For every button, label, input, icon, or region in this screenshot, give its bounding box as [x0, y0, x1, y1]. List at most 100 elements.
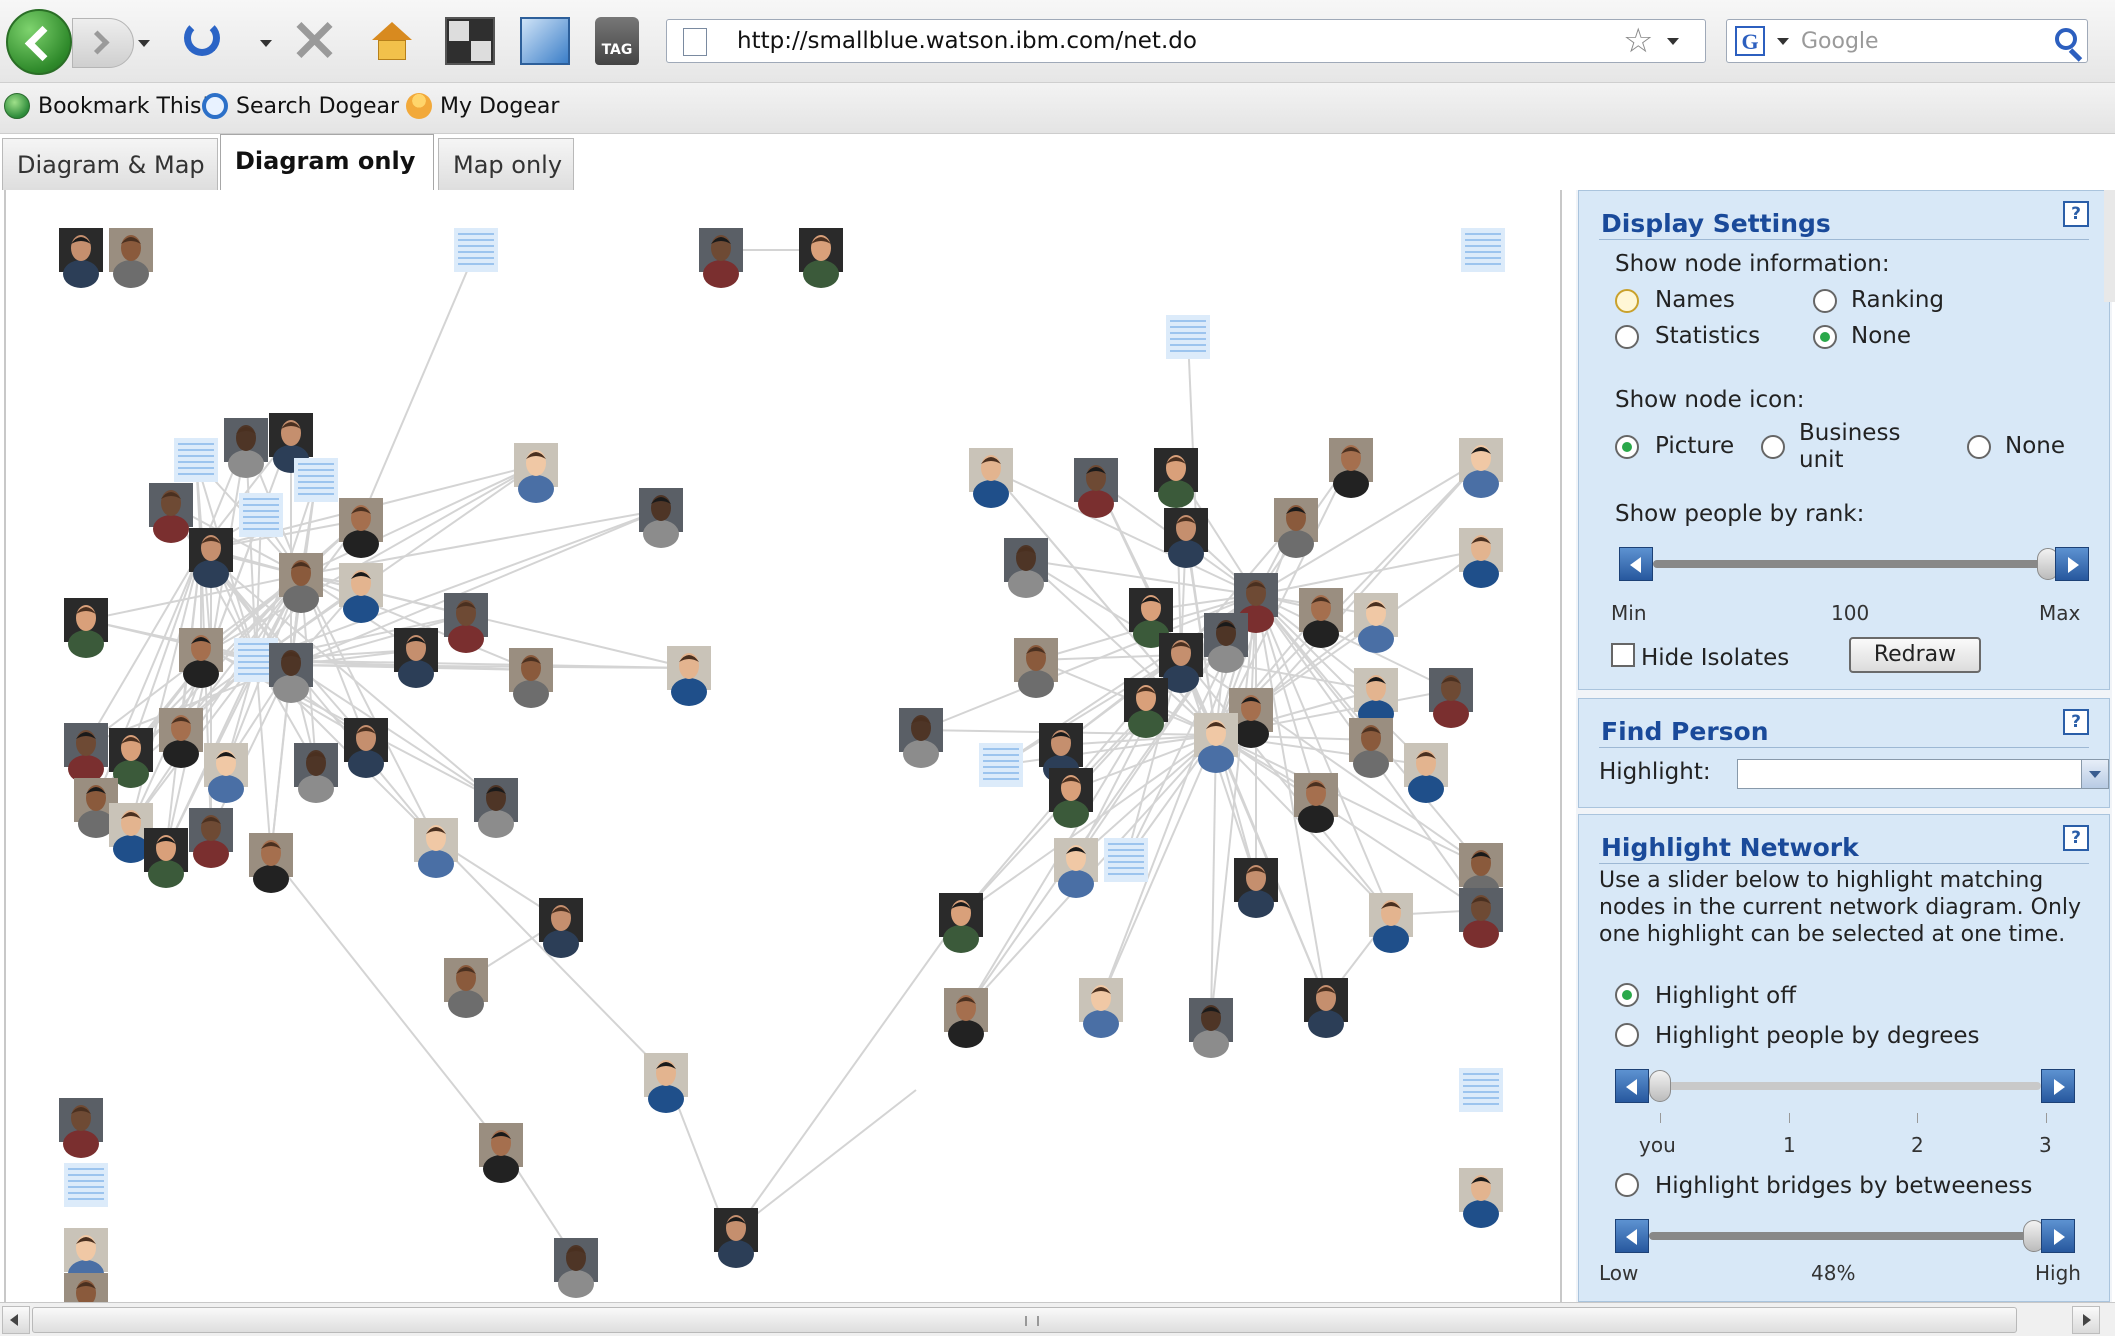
- slider-track[interactable]: [1649, 1082, 2041, 1090]
- person-node[interactable]: [799, 228, 843, 288]
- person-node[interactable]: [1299, 588, 1343, 648]
- radio-ranking[interactable]: [1813, 289, 1837, 313]
- person-node[interactable]: [1154, 448, 1198, 508]
- redraw-button[interactable]: Redraw: [1849, 637, 1981, 673]
- search-icon[interactable]: [2055, 28, 2077, 50]
- person-node[interactable]: [1369, 893, 1413, 953]
- slider-left-button[interactable]: [1619, 547, 1653, 581]
- window-layout-icon[interactable]: [445, 17, 495, 65]
- panel-scrollbar[interactable]: [2104, 190, 2115, 302]
- person-node[interactable]: [64, 598, 108, 658]
- person-node[interactable]: [1194, 713, 1238, 773]
- person-node[interactable]: [444, 958, 488, 1018]
- slider-right-button[interactable]: [2041, 1219, 2075, 1253]
- person-node[interactable]: [1054, 838, 1098, 898]
- bookmark-star-icon[interactable]: ☆: [1623, 22, 1653, 60]
- person-node[interactable]: [1429, 668, 1473, 728]
- slider-thumb[interactable]: [1649, 1070, 1671, 1102]
- person-node[interactable]: [1459, 438, 1503, 498]
- business-unit-node[interactable]: [1104, 838, 1148, 882]
- tab-diagram-only[interactable]: Diagram only: [220, 134, 434, 192]
- business-unit-node[interactable]: [454, 228, 498, 272]
- hide-isolates-label[interactable]: Hide Isolates: [1641, 645, 1789, 671]
- person-node[interactable]: [339, 498, 383, 558]
- person-node[interactable]: [1274, 498, 1318, 558]
- radio-highlight-degrees[interactable]: [1615, 1023, 1639, 1047]
- search-dogear-link[interactable]: Search Dogear: [202, 93, 399, 119]
- node-info-none-label[interactable]: None: [1851, 323, 1911, 349]
- slider-right-button[interactable]: [2041, 1069, 2075, 1103]
- person-node[interactable]: [1354, 593, 1398, 653]
- names-option-label[interactable]: Names: [1655, 287, 1735, 313]
- tab-map-only[interactable]: Map only: [438, 138, 574, 190]
- business-unit-node[interactable]: [64, 1163, 108, 1207]
- slider-right-button[interactable]: [2055, 547, 2089, 581]
- person-node[interactable]: [1004, 538, 1048, 598]
- network-graph[interactable]: [6, 190, 1560, 1302]
- person-node[interactable]: [179, 628, 223, 688]
- radio-picture[interactable]: [1615, 435, 1639, 459]
- person-node[interactable]: [644, 1053, 688, 1113]
- home-icon[interactable]: [372, 22, 412, 60]
- network-diagram[interactable]: [4, 190, 1562, 1302]
- person-node[interactable]: [667, 646, 711, 706]
- person-node[interactable]: [204, 743, 248, 803]
- hide-isolates-checkbox[interactable]: [1611, 643, 1635, 667]
- person-node[interactable]: [109, 228, 153, 288]
- person-node[interactable]: [1294, 773, 1338, 833]
- person-node[interactable]: [1124, 678, 1168, 738]
- back-button[interactable]: [6, 9, 72, 75]
- person-node[interactable]: [294, 743, 338, 803]
- horizontal-scrollbar[interactable]: [0, 1302, 2115, 1336]
- business-unit-node[interactable]: [239, 493, 283, 537]
- scrollbar-thumb[interactable]: [32, 1307, 2017, 1333]
- person-node[interactable]: [1189, 998, 1233, 1058]
- person-node[interactable]: [339, 563, 383, 623]
- person-node[interactable]: [1234, 858, 1278, 918]
- person-node[interactable]: [1164, 508, 1208, 568]
- radio-statistics[interactable]: [1615, 325, 1639, 349]
- radio-node-info-none[interactable]: [1813, 325, 1837, 349]
- person-node[interactable]: [249, 833, 293, 893]
- radio-highlight-off[interactable]: [1615, 983, 1639, 1007]
- slider-left-button[interactable]: [1615, 1219, 1649, 1253]
- person-node[interactable]: [474, 778, 518, 838]
- person-node[interactable]: [554, 1238, 598, 1298]
- person-node[interactable]: [539, 898, 583, 958]
- node-icon-none-label[interactable]: None: [2005, 433, 2065, 459]
- person-node[interactable]: [969, 448, 1013, 508]
- business-unit-node[interactable]: [174, 438, 218, 482]
- person-node[interactable]: [344, 718, 388, 778]
- person-node[interactable]: [444, 593, 488, 653]
- person-node[interactable]: [1329, 438, 1373, 498]
- tab-diagram-and-map[interactable]: Diagram & Map: [2, 138, 218, 190]
- person-node[interactable]: [509, 648, 553, 708]
- slider-track[interactable]: [1653, 560, 2055, 568]
- statistics-option-label[interactable]: Statistics: [1655, 323, 1760, 349]
- person-node[interactable]: [1459, 528, 1503, 588]
- person-node[interactable]: [1459, 888, 1503, 948]
- radio-names[interactable]: [1615, 289, 1639, 313]
- highlight-bridges-label[interactable]: Highlight bridges by betweeness: [1655, 1173, 2032, 1199]
- business-unit-node[interactable]: [1459, 1068, 1503, 1112]
- ranking-option-label[interactable]: Ranking: [1851, 287, 1944, 313]
- person-node[interactable]: [414, 818, 458, 878]
- my-dogear-link[interactable]: My Dogear: [406, 93, 559, 119]
- help-icon[interactable]: ?: [2063, 825, 2089, 851]
- picture-option-label[interactable]: Picture: [1655, 433, 1734, 459]
- reload-icon[interactable]: [184, 20, 220, 56]
- person-node[interactable]: [699, 228, 743, 288]
- address-bar[interactable]: http://smallblue.watson.ibm.com/net.do ☆: [666, 19, 1706, 63]
- person-node[interactable]: [1459, 1168, 1503, 1228]
- person-node[interactable]: [714, 1208, 758, 1268]
- person-node[interactable]: [639, 488, 683, 548]
- scroll-left-arrow-icon[interactable]: [2, 1306, 30, 1334]
- search-box[interactable]: G Google: [1726, 19, 2088, 63]
- highlight-person-select[interactable]: [1737, 759, 2109, 789]
- scroll-right-arrow-icon[interactable]: [2072, 1306, 2100, 1334]
- history-dropdown-icon[interactable]: [138, 40, 150, 47]
- radio-node-icon-none[interactable]: [1967, 435, 1991, 459]
- person-node[interactable]: [64, 1273, 108, 1302]
- person-node[interactable]: [224, 418, 268, 478]
- person-node[interactable]: [279, 553, 323, 613]
